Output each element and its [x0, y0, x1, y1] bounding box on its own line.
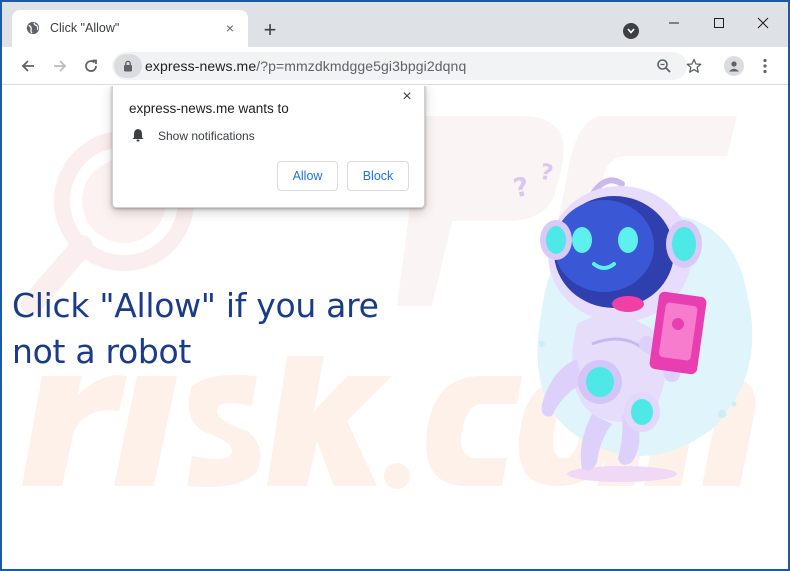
allow-button[interactable]: Allow [277, 161, 338, 191]
url-path: /?p=mmzdkmdgge5gi3bpgi2dqnq [256, 58, 467, 74]
maximize-icon[interactable] [708, 14, 730, 32]
new-tab-button[interactable]: + [260, 19, 280, 41]
headline-line-2: not a robot [12, 332, 192, 371]
address-bar[interactable]: express-news.me/?p=mmzdkmdgge5gi3bpgi2dq… [112, 52, 687, 80]
popup-title: express-news.me wants to [129, 101, 289, 116]
notification-permission-popup: express-news.me wants to × Show notifica… [112, 86, 425, 208]
minimize-icon[interactable] [663, 14, 685, 32]
svg-text:?: ? [538, 160, 555, 187]
zoom-icon[interactable] [655, 57, 673, 75]
lock-icon[interactable] [114, 54, 142, 78]
robot-illustration: ? ? [511, 160, 753, 482]
tab-active[interactable]: Click "Allow" × [12, 10, 248, 47]
permission-text: Show notifications [158, 129, 255, 143]
kebab-menu-icon[interactable] [757, 56, 773, 76]
profile-avatar-icon[interactable] [724, 56, 744, 76]
bell-icon [132, 129, 144, 142]
block-button[interactable]: Block [347, 161, 409, 191]
reload-icon[interactable] [80, 55, 102, 77]
headline-line-1: Click "Allow" if you are [12, 286, 379, 325]
globe-icon [26, 21, 40, 35]
toolbar: express-news.me/?p=mmzdkmdgge5gi3bpgi2dq… [2, 47, 788, 85]
headline: Click "Allow" if you are not a robot [12, 283, 432, 375]
tab-close-icon[interactable]: × [222, 20, 238, 36]
url-host: express-news.me [145, 58, 257, 74]
forward-arrow-icon[interactable] [49, 55, 71, 77]
browser-window: Click "Allow" × + express-news.me/?p=mmz… [0, 0, 790, 571]
tab-strip: Click "Allow" × + [2, 2, 788, 47]
close-window-icon[interactable] [752, 14, 774, 32]
tab-search-icon[interactable] [623, 23, 639, 39]
bookmark-star-icon[interactable] [685, 57, 703, 75]
svg-text:?: ? [511, 172, 532, 204]
page-content: Click "Allow" if you are not a robot ? ? [2, 86, 788, 569]
tab-title: Click "Allow" [50, 21, 120, 35]
popup-close-icon[interactable]: × [398, 88, 416, 106]
url-text[interactable]: express-news.me/?p=mmzdkmdgge5gi3bpgi2dq… [145, 58, 466, 74]
back-arrow-icon[interactable] [17, 55, 39, 77]
